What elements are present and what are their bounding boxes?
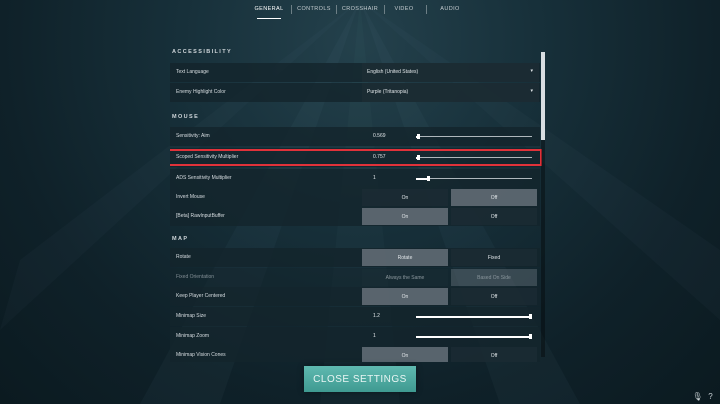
setting-label: Rotate [176,254,191,260]
tab-active-underline [257,18,281,19]
tab-separator [384,5,385,14]
fixed-option-toggle[interactable]: Fixed [451,249,537,266]
raw-input-on-toggle[interactable]: On [362,208,448,225]
setting-row-rotate: Rotate Rotate Fixed [170,248,540,267]
tab-separator [291,5,292,14]
invert-mouse-on-toggle[interactable]: On [362,189,448,206]
setting-label: Minimap Size [176,313,207,319]
vision-cones-on-toggle[interactable]: On [362,347,448,362]
sensitivity-aim-slider[interactable] [416,134,532,139]
caret-down-icon: ▾ [530,88,533,94]
caret-down-icon: ▾ [530,68,533,74]
slider-fill [416,335,532,338]
setting-label: Invert Mouse [176,194,205,200]
setting-row-minimap-zoom: Minimap Zoom 1 [170,327,540,346]
help-icon[interactable]: ? [706,392,715,401]
ads-sensitivity-slider[interactable] [416,176,532,181]
panel-scrollbar[interactable] [541,52,545,357]
slider-handle[interactable] [529,334,532,339]
highlight-box [170,149,542,166]
keep-centered-on-toggle[interactable]: On [362,288,448,305]
setting-label: Minimap Zoom [176,333,210,339]
tab-general[interactable]: GENERAL [250,6,288,12]
setting-label: ADS Sensitivity Multiplier [176,175,232,181]
setting-row-invert-mouse: Invert Mouse On Off [170,188,540,207]
microphone-icon[interactable]: 🎙 [692,392,702,401]
dropdown-value: Purple (Tritanopia) [367,89,409,95]
setting-row-keep-player-centered: Keep Player Centered On Off [170,287,540,306]
scrollbar-thumb[interactable] [541,52,545,140]
setting-row-raw-input-buffer: [Beta] RawInputBuffer On Off [170,207,540,226]
tab-video[interactable]: VIDEO [386,6,422,12]
slider-value[interactable]: 1 [373,175,376,181]
minimap-zoom-slider[interactable] [416,334,532,339]
based-on-side-toggle[interactable]: Based On Side [451,269,537,286]
setting-label: [Beta] RawInputBuffer [176,213,225,219]
setting-row-text-language: Text Language English (United States) ▾ [170,63,540,82]
section-title-accessibility: ACCESSIBILITY [172,49,233,55]
slider-value[interactable]: 1.2 [373,313,380,319]
setting-label: Fixed Orientation [176,274,215,280]
close-settings-button[interactable]: CLOSE SETTINGS [304,366,416,392]
invert-mouse-off-toggle[interactable]: Off [451,189,537,206]
setting-row-minimap-size: Minimap Size 1.2 [170,307,540,326]
slider-value[interactable]: 1 [373,333,376,339]
keep-centered-off-toggle[interactable]: Off [451,288,537,305]
slider-handle[interactable] [427,176,430,181]
rotate-option-toggle[interactable]: Rotate [362,249,448,266]
minimap-size-slider[interactable] [416,314,532,319]
tab-controls[interactable]: CONTROLS [295,6,333,12]
enemy-highlight-dropdown[interactable]: Purple (Tritanopia) ▾ [362,83,539,102]
raw-input-off-toggle[interactable]: Off [451,208,537,225]
slider-fill [416,315,532,318]
top-nav: GENERAL CONTROLS CROSSHAIR VIDEO AUDIO [0,0,720,26]
setting-label: Text Language [176,69,209,75]
setting-row-fixed-orientation: Fixed Orientation Always the Same Based … [170,268,540,287]
tab-separator [336,5,337,14]
dropdown-value: English (United States) [367,69,419,75]
setting-row-sensitivity-aim: Sensitivity: Aim 0.569 [170,127,540,146]
slider-handle[interactable] [417,134,420,139]
setting-label: Sensitivity: Aim [176,133,210,139]
tab-crosshair[interactable]: CROSSHAIR [340,6,380,12]
setting-label: Keep Player Centered [176,293,226,299]
setting-row-enemy-highlight: Enemy Highlight Color Purple (Tritanopia… [170,83,540,102]
section-title-map: MAP [172,236,189,242]
text-language-dropdown[interactable]: English (United States) ▾ [362,63,539,82]
setting-row-minimap-vision-cones: Minimap Vision Cones On Off [170,346,540,362]
section-title-mouse: MOUSE [172,114,200,120]
slider-handle[interactable] [529,314,532,319]
tab-separator [426,5,427,14]
setting-row-ads-sensitivity: ADS Sensitivity Multiplier 1 [170,169,540,188]
setting-label: Enemy Highlight Color [176,89,226,95]
settings-panel: ACCESSIBILITY Text Language English (Uni… [170,42,543,362]
slider-value[interactable]: 0.569 [373,133,386,139]
tab-audio[interactable]: AUDIO [430,6,470,12]
vision-cones-off-toggle[interactable]: Off [451,347,537,362]
always-same-toggle[interactable]: Always the Same [362,269,448,286]
setting-label: Minimap Vision Cones [176,352,226,358]
